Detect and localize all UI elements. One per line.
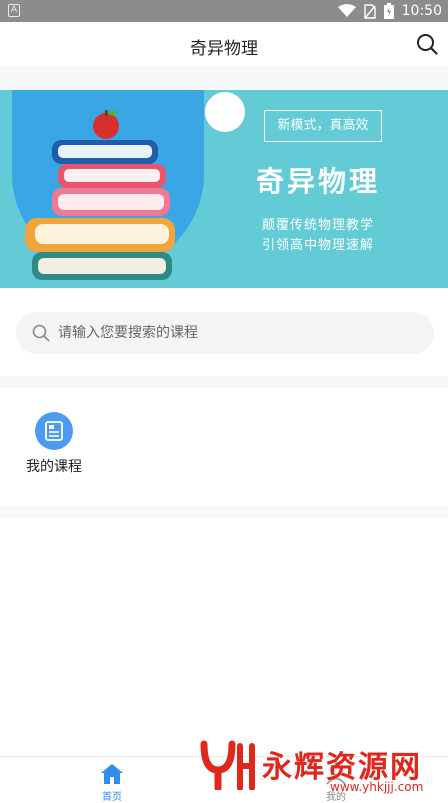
quick-menu: 我的课程: [0, 388, 448, 506]
wifi-icon: [337, 4, 356, 17]
status-time: 10:50: [401, 3, 442, 19]
promo-banner[interactable]: 新模式，真高效 奇异物理 颠覆传统物理教学 引领高中物理速解: [0, 90, 448, 288]
tab-home-label: 首页: [102, 792, 122, 803]
menu-item-my-courses[interactable]: 我的课程: [18, 412, 90, 484]
banner-circle-shape: [205, 92, 245, 132]
watermark: 永辉资源网 www.yhkjjj.com: [198, 740, 444, 796]
search-input[interactable]: [58, 312, 418, 354]
status-bar: A 10:50: [0, 0, 448, 22]
no-sim-icon: [363, 3, 376, 19]
menu-item-label: 我的课程: [26, 459, 82, 475]
battery-icon: [383, 3, 394, 19]
watermark-url: www.yhkjjj.com: [330, 780, 424, 794]
banner-subtitle-1: 颠覆传统物理教学: [262, 218, 375, 233]
home-icon: [101, 764, 123, 784]
banner-title: 奇异物理: [256, 165, 381, 198]
banner-spacer: [0, 288, 448, 312]
notification-a-icon: A: [8, 4, 20, 17]
section-divider: [0, 506, 448, 518]
course-icon: [35, 412, 73, 450]
page-title: 奇异物理: [190, 39, 258, 59]
section-divider: [0, 376, 448, 388]
app-header: 奇异物理: [0, 22, 448, 66]
watermark-logo-icon: [200, 740, 255, 790]
search-bar[interactable]: [16, 312, 434, 354]
search-icon: [32, 324, 50, 342]
status-icons: 10:50: [337, 0, 442, 22]
tab-home[interactable]: 首页: [0, 757, 224, 803]
search-icon[interactable]: [416, 33, 438, 55]
banner-subtitle-2: 引领高中物理速解: [262, 238, 375, 253]
books-illustration-icon: [25, 110, 175, 280]
banner-tag: 新模式，真高效: [264, 110, 382, 142]
header-spacer: [0, 66, 448, 90]
